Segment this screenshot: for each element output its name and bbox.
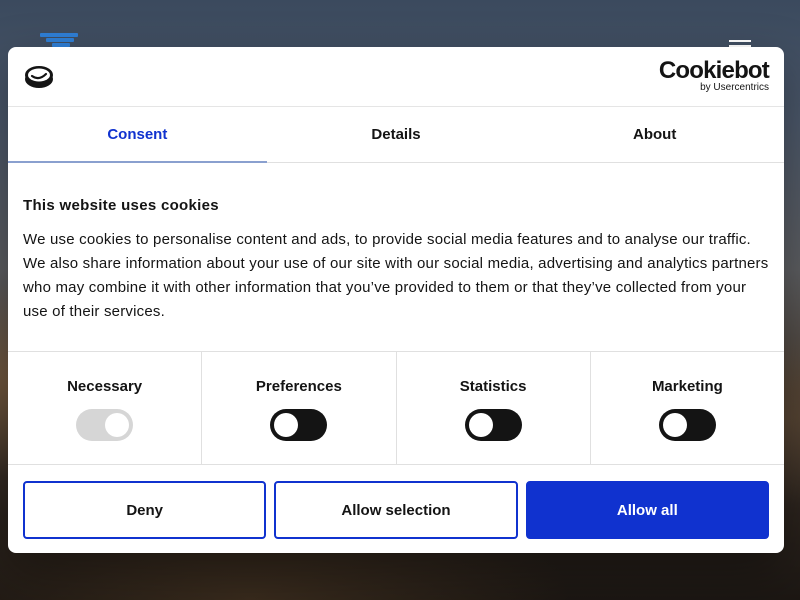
brand-name: Cookiebot — [658, 57, 770, 84]
preferences-toggle[interactable] — [270, 409, 328, 441]
consent-content: This website uses cookies We use cookies… — [8, 163, 784, 352]
category-statistics: Statistics — [397, 352, 591, 464]
site-logo-icon — [40, 33, 78, 47]
consent-body: We use cookies to personalise content an… — [23, 231, 769, 320]
statistics-toggle[interactable] — [464, 409, 522, 441]
category-preferences: Preferences — [202, 352, 397, 464]
tab-consent[interactable]: Consent — [8, 107, 267, 163]
cookie-icon — [25, 66, 53, 88]
deny-button[interactable]: Deny — [23, 481, 267, 539]
allow-all-button[interactable]: Allow all — [525, 481, 769, 539]
consent-title: This website uses cookies — [23, 197, 219, 214]
cookie-categories: Necessary Preferences Statistics Marketi… — [8, 352, 784, 465]
marketing-toggle[interactable] — [658, 409, 716, 441]
category-label: Statistics — [459, 378, 527, 395]
tab-details[interactable]: Details — [267, 107, 526, 162]
dialog-header: Cookiebot by Usercentrics — [8, 47, 784, 107]
dialog-footer: Deny Allow selection Allow all — [8, 465, 784, 539]
category-label: Preferences — [255, 378, 342, 395]
category-label: Marketing — [651, 378, 723, 395]
brand-sub: by Usercentrics — [700, 82, 769, 93]
necessary-toggle — [76, 409, 134, 441]
cookiebot-logo[interactable]: Cookiebot by Usercentrics — [658, 57, 770, 93]
category-label: Necessary — [67, 378, 143, 395]
category-marketing: Marketing — [591, 352, 784, 464]
allow-selection-button[interactable]: Allow selection — [274, 481, 518, 539]
cookie-consent-dialog: Cookiebot by Usercentrics Consent Detail… — [8, 47, 784, 553]
tab-about[interactable]: About — [525, 107, 784, 162]
category-necessary: Necessary — [8, 352, 203, 464]
tab-bar: Consent Details About — [8, 107, 784, 163]
